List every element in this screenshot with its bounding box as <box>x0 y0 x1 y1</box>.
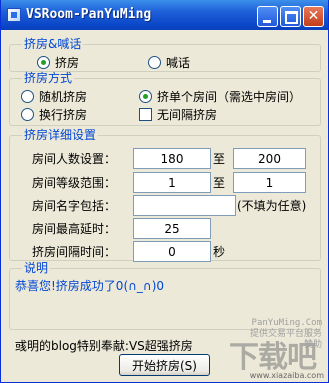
method-group-label: 挤房方式 <box>22 71 75 85</box>
name-hint: (不填为任意) <box>237 199 307 213</box>
title-bar[interactable]: VSRoom-PanYuMing ✕ <box>1 0 328 30</box>
watermark-url: www.xiazaiba.com <box>249 371 324 380</box>
radio-squeeze[interactable] <box>37 56 50 69</box>
level-max-input[interactable] <box>233 172 306 193</box>
radio-random-label[interactable]: 随机挤房 <box>39 90 87 104</box>
method-group: 挤房方式 随机挤房 挤单个房间（需选中房间） 换行挤房 无间隔挤房 <box>9 72 321 126</box>
radio-shout-label[interactable]: 喊话 <box>166 56 190 70</box>
close-button[interactable]: ✕ <box>303 6 324 27</box>
level-label: 房间等级范围： <box>32 176 117 190</box>
mode-group: 挤房&喊话 挤房 喊话 <box>9 38 321 72</box>
name-label: 房间名字包括： <box>32 199 117 213</box>
people-min-input[interactable] <box>133 148 211 169</box>
radio-random[interactable] <box>21 90 34 103</box>
level-min-input[interactable] <box>133 172 211 193</box>
room-name-input[interactable] <box>133 195 236 216</box>
maximize-button[interactable] <box>280 6 301 27</box>
status-message: 恭喜您!挤房成功了0(∩_∩)0 <box>15 279 165 293</box>
app-window: VSRoom-PanYuMing ✕ 挤房&喊话 挤房 喊话 挤房方式 随机挤房… <box>0 0 329 383</box>
people-to-label: 至 <box>213 152 226 166</box>
radio-shout[interactable] <box>148 56 161 69</box>
watermark-line2: 提供交易平台服务 <box>249 329 322 339</box>
radio-switch-label[interactable]: 换行挤房 <box>39 108 87 122</box>
start-button[interactable]: 开始挤房(S) <box>119 354 210 376</box>
level-to-label: 至 <box>213 176 226 190</box>
interval-label: 挤房间隔时间： <box>32 245 117 259</box>
delay-label: 房间最高延时： <box>32 222 117 236</box>
details-group-label: 挤房详细设置 <box>22 128 99 142</box>
no-interval-checkbox[interactable] <box>139 108 152 121</box>
radio-squeeze-label[interactable]: 挤房 <box>55 56 79 70</box>
delay-input[interactable] <box>133 218 211 239</box>
minimize-button[interactable] <box>257 6 278 27</box>
details-group: 挤房详细设置 房间人数设置： 至 房间等级范围： 至 房间名字包括： (不填为任… <box>9 129 321 262</box>
radio-single-room[interactable] <box>139 90 152 103</box>
watermark-text: PanYuMing.Com 提供交易平台服务 赞助 <box>250 318 322 351</box>
people-max-input[interactable] <box>233 148 306 169</box>
no-interval-label[interactable]: 无间隔挤房 <box>157 108 217 122</box>
interval-input[interactable] <box>133 241 211 262</box>
watermark-line3: 赞助 <box>303 340 322 350</box>
people-label: 房间人数设置： <box>32 152 117 166</box>
note-group-label: 说明 <box>22 261 51 275</box>
radio-switch[interactable] <box>21 108 34 121</box>
app-icon <box>7 8 21 22</box>
window-title: VSRoom-PanYuMing <box>26 7 152 22</box>
radio-single-room-label[interactable]: 挤单个房间（需选中房间） <box>157 90 301 104</box>
dedication-text: 彧明的blog特别奉献:VS超强挤房 <box>15 339 193 353</box>
interval-unit: 秒 <box>213 245 226 259</box>
watermark-site: PanYuMing.Com <box>251 318 322 328</box>
mode-group-label: 挤房&喊话 <box>22 37 84 51</box>
close-icon: ✕ <box>307 8 320 24</box>
